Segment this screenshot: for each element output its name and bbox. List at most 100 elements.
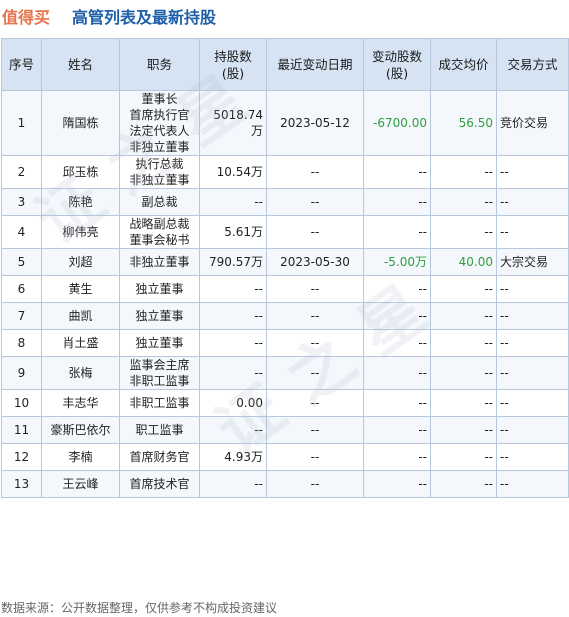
change-shares-cell: -- xyxy=(363,443,431,471)
position-cell: 监事会主席 非职工监事 xyxy=(119,356,200,390)
holdings-cell: -- xyxy=(199,470,267,498)
name-cell: 肖土盛 xyxy=(41,329,120,357)
change-shares-cell: -- xyxy=(363,275,431,303)
trade-type-cell: -- xyxy=(496,155,569,189)
change-date-cell: -- xyxy=(266,188,364,216)
table-row: 6 黄生 独立董事 -- -- -- -- -- xyxy=(1,275,569,303)
avg-price-cell: -- xyxy=(430,155,497,189)
table-row: 12 李楠 首席财务官 4.93万 -- -- -- -- xyxy=(1,443,569,471)
name-cell: 柳伟亮 xyxy=(41,215,120,249)
index-cell: 12 xyxy=(1,443,42,471)
trade-type-cell: -- xyxy=(496,389,569,417)
name-cell: 刘超 xyxy=(41,248,120,276)
index-cell: 10 xyxy=(1,389,42,417)
table-row: 11 豪斯巴依尔 职工监事 -- -- -- -- -- xyxy=(1,416,569,444)
col-last-change-date-header: 最近变动日期 xyxy=(266,38,364,91)
avg-price-cell: -- xyxy=(430,356,497,390)
name-cell: 隋国栋 xyxy=(41,90,120,156)
position-cell: 非独立董事 xyxy=(119,248,200,276)
page-header: 值得买 高管列表及最新持股 xyxy=(0,0,569,30)
change-date-cell: 2023-05-12 xyxy=(266,90,364,156)
change-date-cell: -- xyxy=(266,443,364,471)
brand-logo: 值得买 xyxy=(2,8,51,27)
trade-type-cell: -- xyxy=(496,215,569,249)
table-row: 1 隋国栋 董事长 首席执行官 法定代表人 非独立董事 5018.74万 2023-05… xyxy=(1,90,569,156)
holdings-cell: -- xyxy=(199,329,267,357)
position-cell: 执行总裁 非独立董事 xyxy=(119,155,200,189)
col-trade-type-header: 交易方式 xyxy=(496,38,569,91)
position-cell: 董事长 首席执行官 法定代表人 非独立董事 xyxy=(119,90,200,156)
change-date-cell: -- xyxy=(266,389,364,417)
change-shares-cell: -5.00万 xyxy=(363,248,431,276)
table-row: 13 王云峰 首席技术官 -- -- -- -- -- xyxy=(1,470,569,498)
name-cell: 曲凯 xyxy=(41,302,120,330)
avg-price-cell: -- xyxy=(430,470,497,498)
change-date-cell: -- xyxy=(266,416,364,444)
name-cell: 王云峰 xyxy=(41,470,120,498)
trade-type-cell: 竞价交易 xyxy=(496,90,569,156)
change-shares-cell: -- xyxy=(363,329,431,357)
position-cell: 独立董事 xyxy=(119,275,200,303)
index-cell: 11 xyxy=(1,416,42,444)
avg-price-cell: -- xyxy=(430,389,497,417)
name-cell: 丰志华 xyxy=(41,389,120,417)
table-row: 9 张梅 监事会主席 非职工监事 -- -- -- -- -- xyxy=(1,356,569,390)
table-row: 2 邱玉栋 执行总裁 非独立董事 10.54万 -- -- -- -- xyxy=(1,155,569,189)
change-shares-cell: -- xyxy=(363,215,431,249)
change-date-cell: 2023-05-30 xyxy=(266,248,364,276)
table-header-row: 序号 姓名 职务 持股数 (股) 最近变动日期 变动股数 (股) 成交均价 交易方式 xyxy=(1,38,569,91)
table-row: 8 肖土盛 独立董事 -- -- -- -- -- xyxy=(1,329,569,357)
table-row: 5 刘超 非独立董事 790.57万 2023-05-30 -5.00万 40.00 大宗交易 xyxy=(1,248,569,276)
col-position-header: 职务 xyxy=(119,38,200,91)
index-cell: 5 xyxy=(1,248,42,276)
position-cell: 副总裁 xyxy=(119,188,200,216)
index-cell: 6 xyxy=(1,275,42,303)
holdings-cell: 5.61万 xyxy=(199,215,267,249)
avg-price-cell: -- xyxy=(430,215,497,249)
trade-type-cell: -- xyxy=(496,329,569,357)
page-title: 高管列表及最新持股 xyxy=(72,8,217,27)
index-cell: 2 xyxy=(1,155,42,189)
avg-price-cell: -- xyxy=(430,275,497,303)
change-shares-cell: -- xyxy=(363,356,431,390)
col-name-header: 姓名 xyxy=(41,38,120,91)
change-date-cell: -- xyxy=(266,470,364,498)
index-cell: 8 xyxy=(1,329,42,357)
change-date-cell: -- xyxy=(266,215,364,249)
change-shares-cell: -- xyxy=(363,302,431,330)
col-index-header: 序号 xyxy=(1,38,42,91)
change-shares-cell: -6700.00 xyxy=(363,90,431,156)
change-date-cell: -- xyxy=(266,155,364,189)
name-cell: 黄生 xyxy=(41,275,120,303)
name-cell: 陈艳 xyxy=(41,188,120,216)
data-source-note: 数据来源：公开数据整理，仅供参考不构成投资建议 xyxy=(1,601,278,615)
trade-type-cell: -- xyxy=(496,416,569,444)
change-shares-cell: -- xyxy=(363,188,431,216)
index-cell: 9 xyxy=(1,356,42,390)
index-cell: 13 xyxy=(1,470,42,498)
table-row: 10 丰志华 非职工监事 0.00 -- -- -- -- xyxy=(1,389,569,417)
trade-type-cell: -- xyxy=(496,356,569,390)
name-cell: 邱玉栋 xyxy=(41,155,120,189)
change-date-cell: -- xyxy=(266,329,364,357)
avg-price-cell: -- xyxy=(430,416,497,444)
change-shares-cell: -- xyxy=(363,470,431,498)
avg-price-cell: -- xyxy=(430,443,497,471)
holdings-cell: 5018.74万 xyxy=(199,90,267,156)
change-date-cell: -- xyxy=(266,275,364,303)
position-cell: 非职工监事 xyxy=(119,389,200,417)
holdings-cell: 10.54万 xyxy=(199,155,267,189)
avg-price-cell: 56.50 xyxy=(430,90,497,156)
position-cell: 首席财务官 xyxy=(119,443,200,471)
trade-type-cell: -- xyxy=(496,302,569,330)
holdings-cell: -- xyxy=(199,275,267,303)
change-shares-cell: -- xyxy=(363,416,431,444)
holdings-cell: -- xyxy=(199,356,267,390)
trade-type-cell: -- xyxy=(496,470,569,498)
position-cell: 战略副总裁 董事会秘书 xyxy=(119,215,200,249)
holdings-cell: 0.00 xyxy=(199,389,267,417)
table-row: 3 陈艳 副总裁 -- -- -- -- -- xyxy=(1,188,569,216)
table-row: 4 柳伟亮 战略副总裁 董事会秘书 5.61万 -- -- -- -- xyxy=(1,215,569,249)
trade-type-cell: -- xyxy=(496,275,569,303)
name-cell: 豪斯巴依尔 xyxy=(41,416,120,444)
